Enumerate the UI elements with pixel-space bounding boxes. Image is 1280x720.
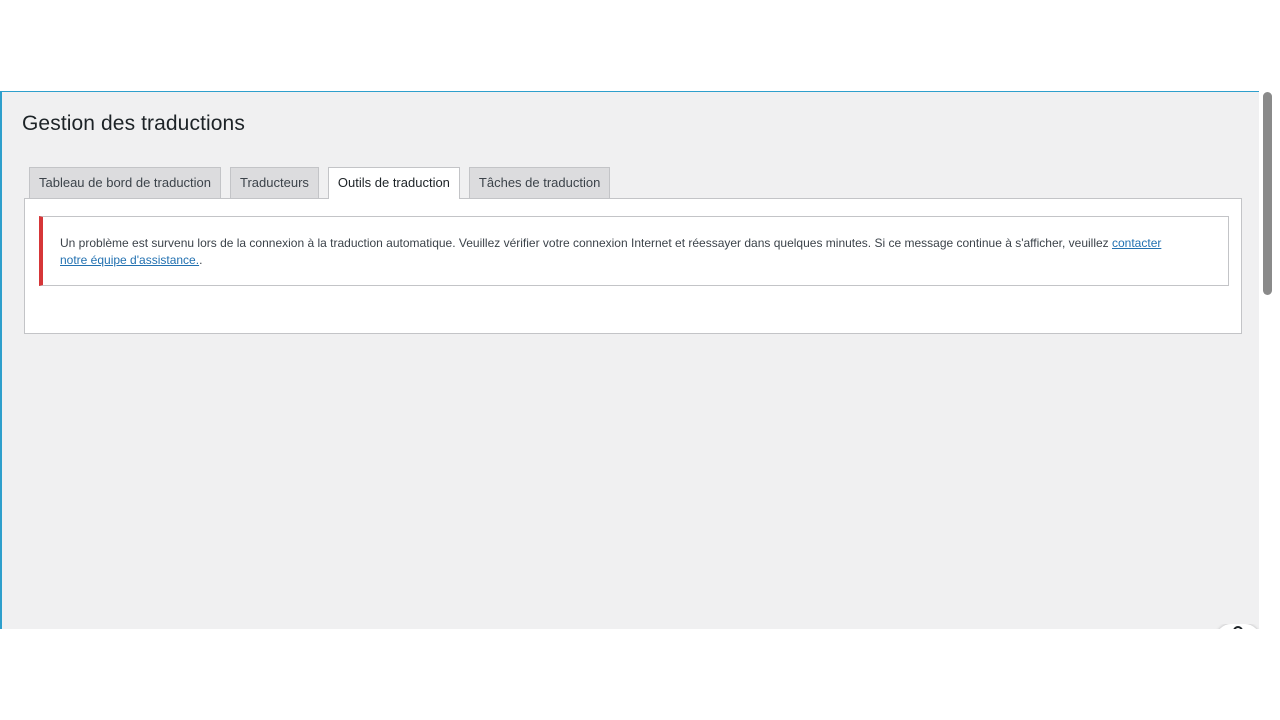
tab-panel: Un problème est survenu lors de la conne…: [24, 198, 1242, 334]
tab-translation-dashboard[interactable]: Tableau de bord de traduction: [29, 167, 222, 198]
tab-bar: Tableau de bord de traduction Traducteur…: [29, 167, 611, 199]
help-button[interactable]: [1216, 624, 1260, 629]
tab-translators[interactable]: Traducteurs: [230, 167, 319, 198]
admin-frame: Gestion des traductions Tableau de bord …: [0, 91, 1259, 629]
scrollbar-thumb[interactable]: [1263, 92, 1272, 295]
tab-translation-tools[interactable]: Outils de traduction: [327, 167, 460, 199]
page-title: Gestion des traductions: [22, 112, 245, 135]
error-notice: Un problème est survenu lors de la conne…: [39, 216, 1229, 286]
error-message: Un problème est survenu lors de la conne…: [60, 236, 1112, 250]
error-message-suffix: .: [199, 252, 203, 267]
help-icon: [1233, 626, 1243, 629]
tab-translation-jobs[interactable]: Tâches de traduction: [468, 167, 611, 198]
